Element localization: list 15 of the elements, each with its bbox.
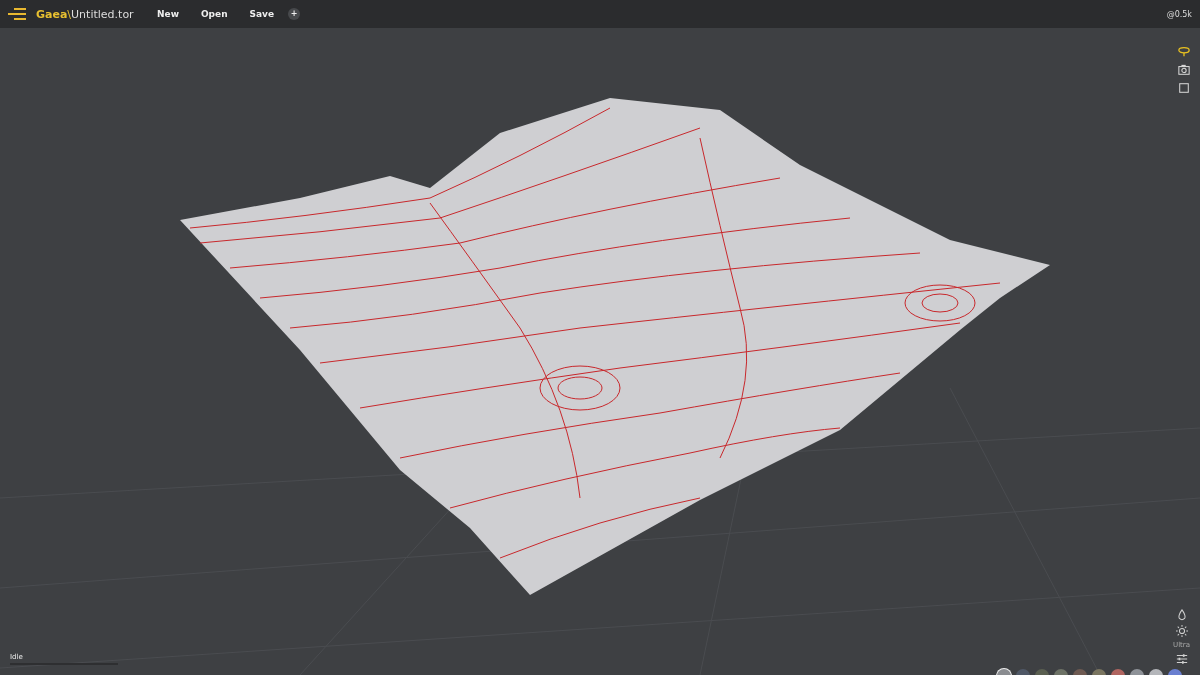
menu-button[interactable]: Open: [196, 7, 232, 21]
app-name: Gaea: [36, 7, 68, 21]
sliders-icon[interactable]: [1175, 653, 1188, 665]
add-button[interactable]: +: [288, 8, 301, 20]
droplet-icon[interactable]: [1175, 609, 1188, 621]
file-name: Untitled.tor: [71, 7, 134, 21]
menu-icon[interactable]: [8, 8, 26, 20]
menu-button[interactable]: Save: [245, 7, 279, 21]
square-icon[interactable]: [1178, 82, 1190, 94]
resolution-label: @0.5k: [1166, 9, 1192, 19]
path-separator: \: [67, 7, 72, 21]
orbit-icon[interactable]: [1178, 46, 1190, 58]
menu-button[interactable]: New: [153, 7, 183, 21]
sun-icon[interactable]: [1175, 625, 1188, 637]
camera-icon[interactable]: [1178, 64, 1190, 76]
